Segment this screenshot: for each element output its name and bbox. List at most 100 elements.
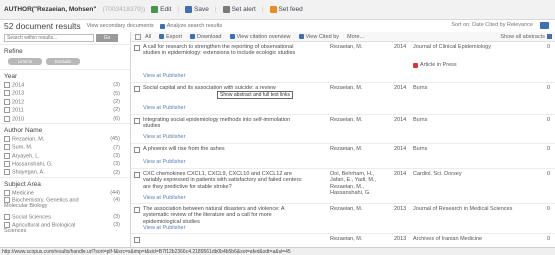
facet-item-subject[interactable]: Medicine (44) bbox=[4, 189, 126, 197]
chart-icon bbox=[159, 23, 165, 29]
checkbox[interactable] bbox=[4, 107, 10, 114]
row-checkbox[interactable] bbox=[134, 207, 140, 213]
checkbox[interactable] bbox=[4, 115, 10, 122]
next-page-icon[interactable] bbox=[547, 33, 552, 39]
author-link[interactable]: Ooi, Behrham, H., Jafari, E., Yadi, M., … bbox=[330, 171, 390, 196]
divider: | bbox=[177, 6, 180, 13]
source-title-link[interactable]: Cardiol. Sci. Dorsey bbox=[413, 171, 523, 177]
table-row: CXC chemokines CXCL1, CXCL9, CXCL10 and … bbox=[131, 169, 555, 204]
row-checkbox[interactable] bbox=[134, 237, 140, 243]
checkbox[interactable] bbox=[4, 169, 10, 176]
search-go-button[interactable]: Go bbox=[96, 34, 118, 42]
author-link[interactable]: Rezaeian, M. bbox=[330, 146, 390, 152]
author-link[interactable]: Rezaeian, M. bbox=[330, 117, 390, 123]
export-button[interactable]: Export bbox=[159, 34, 182, 40]
facet-item-author[interactable]: Hassanshahi, G. (3) bbox=[4, 160, 126, 168]
results-toolbar: All Export Download View citation overvi… bbox=[131, 32, 555, 42]
checkbox[interactable] bbox=[4, 144, 10, 151]
row-checkbox[interactable] bbox=[134, 45, 140, 51]
checkbox[interactable] bbox=[4, 214, 10, 221]
source-title-link[interactable]: Burns bbox=[413, 146, 523, 152]
source-title-link[interactable]: Journal of Research in Medical Sciences bbox=[413, 206, 523, 212]
view-at-publisher-link[interactable]: View at Publisher bbox=[143, 134, 185, 140]
author-link[interactable]: Rezaeian, M. bbox=[330, 44, 390, 50]
facet-item-year[interactable]: 2011 (2) bbox=[4, 106, 126, 114]
row-checkbox[interactable] bbox=[134, 118, 140, 124]
refine-title: Refine bbox=[0, 44, 130, 56]
cited-by-button[interactable]: View Cited by bbox=[298, 34, 339, 40]
analyze-results-link[interactable]: Analyze search results bbox=[159, 23, 222, 29]
year: 2013 bbox=[394, 206, 407, 212]
results-list: All Export Download View citation overvi… bbox=[130, 32, 555, 255]
facet-item-subject[interactable]: Social Sciences (3) bbox=[4, 213, 126, 221]
facet-item-author[interactable]: Aryayeh, L. (3) bbox=[4, 152, 126, 160]
facet-item-subject[interactable]: Biochemistry, Genetics and Molecular Bio… bbox=[4, 197, 126, 213]
view-at-publisher-link[interactable]: View at Publisher bbox=[143, 73, 185, 79]
document-title-link[interactable]: The association between natural disaster… bbox=[143, 206, 308, 225]
checkbox[interactable] bbox=[4, 189, 10, 196]
source-title-link[interactable]: Journal of Clinical Epidemiology bbox=[413, 44, 523, 50]
row-checkbox[interactable] bbox=[134, 172, 140, 178]
checkbox[interactable] bbox=[135, 33, 141, 40]
edit-button[interactable]: Edit bbox=[151, 6, 171, 13]
article-in-press-badge: Article in Press bbox=[413, 62, 457, 68]
document-title-link[interactable]: CXC chemokines CXCL1, CXCL9, CXCL10 and … bbox=[143, 171, 308, 190]
facet-item-year[interactable]: 2014 (3) bbox=[4, 81, 126, 89]
divider: | bbox=[214, 6, 217, 13]
sort-options[interactable]: Sort on: Date Cited by Relevance bbox=[451, 22, 533, 28]
row-checkbox[interactable] bbox=[134, 86, 140, 92]
source-title-link[interactable]: Burns bbox=[413, 85, 523, 91]
table-row: Integrating social epidemiology methods … bbox=[131, 115, 555, 144]
download-button[interactable]: Download bbox=[190, 34, 222, 40]
document-title-link[interactable]: A phoenix will rise from the ashes bbox=[143, 146, 308, 152]
search-within-input[interactable] bbox=[4, 34, 94, 42]
facet-item-author[interactable]: Sum, M. (7) bbox=[4, 143, 126, 151]
facet-item-subject[interactable]: Agricultural and Biological Sciences (3) bbox=[4, 221, 126, 234]
cited-by-count[interactable]: 0 bbox=[547, 117, 550, 123]
cited-by-count[interactable]: 0 bbox=[547, 171, 550, 177]
author-link[interactable]: Rezaeian, M. bbox=[330, 85, 390, 91]
set-alert-button[interactable]: Set alert bbox=[222, 6, 256, 13]
cited-by-count[interactable]: 0 bbox=[547, 146, 550, 152]
view-secondary-documents-link[interactable]: View secondary documents bbox=[87, 23, 154, 29]
checkbox[interactable] bbox=[4, 161, 10, 168]
limit-to-button[interactable]: Limit to bbox=[8, 58, 42, 65]
exclude-button[interactable]: Exclude bbox=[46, 58, 80, 65]
author-facet-title: Author Name bbox=[0, 122, 130, 135]
facet-item-year[interactable]: 2013 (5) bbox=[4, 89, 126, 97]
view-at-publisher-link[interactable]: View at Publisher bbox=[143, 159, 185, 165]
cited-by-count[interactable]: 0 bbox=[547, 236, 550, 242]
document-title-link[interactable]: Integrating social epidemiology methods … bbox=[143, 117, 308, 130]
row-checkbox[interactable] bbox=[134, 147, 140, 153]
author-link[interactable]: Rezaeian, M. bbox=[330, 236, 390, 242]
source-title-link[interactable]: Burns bbox=[413, 117, 523, 123]
view-at-publisher-link[interactable]: View at Publisher bbox=[143, 105, 185, 111]
rss-icon bbox=[269, 6, 277, 13]
select-all-dropdown[interactable]: All bbox=[135, 33, 151, 40]
cited-by-count[interactable]: 0 bbox=[547, 44, 550, 50]
checkbox[interactable] bbox=[4, 135, 10, 142]
view-at-publisher-link[interactable]: View at Publisher bbox=[143, 195, 185, 201]
sort-icon[interactable] bbox=[540, 22, 549, 29]
checkbox[interactable] bbox=[4, 81, 10, 88]
checkbox[interactable] bbox=[4, 98, 10, 105]
save-button[interactable]: Save bbox=[185, 6, 209, 13]
checkbox[interactable] bbox=[4, 152, 10, 159]
source-title-link[interactable]: Archives of Iranian Medicine bbox=[413, 236, 523, 242]
view-at-publisher-link[interactable]: View at Publisher bbox=[143, 225, 185, 231]
facet-item-author[interactable]: Rezaeian, M. (45) bbox=[4, 135, 126, 143]
facet-item-author[interactable]: Shayegan, A. (2) bbox=[4, 169, 126, 177]
facet-item-year[interactable]: 2012 (2) bbox=[4, 98, 126, 106]
cited-by-count[interactable]: 0 bbox=[547, 85, 550, 91]
more-button[interactable]: More... bbox=[347, 34, 364, 40]
set-feed-button[interactable]: Set feed bbox=[269, 6, 303, 13]
document-title-link[interactable]: A call for research to strengthen the re… bbox=[143, 44, 308, 57]
export-icon bbox=[159, 34, 165, 39]
checkbox[interactable] bbox=[4, 90, 10, 97]
table-row: Rezaeian, M. 2013 Archives of Iranian Me… bbox=[131, 234, 555, 244]
author-link[interactable]: Rezaeian, M. bbox=[330, 206, 390, 212]
cited-by-count[interactable]: 0 bbox=[547, 206, 550, 212]
facet-item-year[interactable]: 2010 (6) bbox=[4, 115, 126, 123]
show-abstracts-toggle[interactable]: Show all abstracts bbox=[500, 34, 552, 40]
citation-overview-button[interactable]: View citation overview bbox=[229, 34, 291, 40]
